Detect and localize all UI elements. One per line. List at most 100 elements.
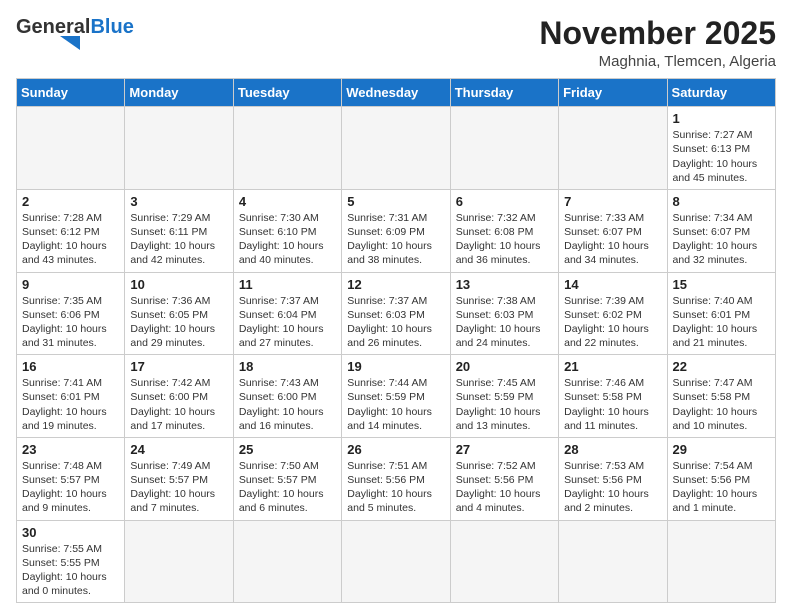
day-number: 27 (456, 442, 553, 457)
day-number: 9 (22, 277, 119, 292)
day-info: Sunrise: 7:41 AM Sunset: 6:01 PM Dayligh… (22, 376, 119, 433)
calendar-cell: 28 Sunrise: 7:53 AM Sunset: 5:56 PM Dayli… (559, 437, 667, 520)
calendar-cell: 13 Sunrise: 7:38 AM Sunset: 6:03 PM Dayli… (450, 272, 558, 355)
day-number: 22 (673, 359, 770, 374)
calendar-cell (342, 107, 450, 190)
calendar-week-row: 2 Sunrise: 7:28 AM Sunset: 6:12 PM Daylig… (17, 189, 776, 272)
calendar-cell: 14 Sunrise: 7:39 AM Sunset: 6:02 PM Dayli… (559, 272, 667, 355)
day-number: 12 (347, 277, 444, 292)
day-info: Sunrise: 7:49 AM Sunset: 5:57 PM Dayligh… (130, 459, 227, 516)
day-info: Sunrise: 7:42 AM Sunset: 6:00 PM Dayligh… (130, 376, 227, 433)
day-info: Sunrise: 7:27 AM Sunset: 6:13 PM Dayligh… (673, 128, 770, 185)
calendar-cell: 20 Sunrise: 7:45 AM Sunset: 5:59 PM Dayli… (450, 355, 558, 438)
calendar-cell: 16 Sunrise: 7:41 AM Sunset: 6:01 PM Dayli… (17, 355, 125, 438)
calendar-cell: 8Sunrise: 7:34 AM Sunset: 6:07 PM Daylig… (667, 189, 775, 272)
day-info: Sunrise: 7:46 AM Sunset: 5:58 PM Dayligh… (564, 376, 661, 433)
calendar-cell: 25 Sunrise: 7:50 AM Sunset: 5:57 PM Dayli… (233, 437, 341, 520)
col-thursday: Thursday (450, 79, 558, 107)
calendar-cell: 21 Sunrise: 7:46 AM Sunset: 5:58 PM Dayli… (559, 355, 667, 438)
day-info: Sunrise: 7:34 AM Sunset: 6:07 PM Dayligh… (673, 211, 770, 268)
day-number: 2 (22, 194, 119, 209)
day-info: Sunrise: 7:44 AM Sunset: 5:59 PM Dayligh… (347, 376, 444, 433)
calendar-week-row: 1 Sunrise: 7:27 AM Sunset: 6:13 PM Daylig… (17, 107, 776, 190)
day-info: Sunrise: 7:36 AM Sunset: 6:05 PM Dayligh… (130, 294, 227, 351)
day-info: Sunrise: 7:50 AM Sunset: 5:57 PM Dayligh… (239, 459, 336, 516)
calendar-cell: 15Sunrise: 7:40 AM Sunset: 6:01 PM Dayli… (667, 272, 775, 355)
calendar-cell (342, 520, 450, 603)
calendar-cell: 4 Sunrise: 7:30 AM Sunset: 6:10 PM Daylig… (233, 189, 341, 272)
calendar-cell: 26Sunrise: 7:51 AM Sunset: 5:56 PM Dayli… (342, 437, 450, 520)
calendar-cell: 9 Sunrise: 7:35 AM Sunset: 6:06 PM Daylig… (17, 272, 125, 355)
title-block: November 2025 Maghnia, Tlemcen, Algeria (539, 16, 776, 70)
logo-icon (60, 36, 80, 50)
calendar-cell: 2 Sunrise: 7:28 AM Sunset: 6:12 PM Daylig… (17, 189, 125, 272)
calendar-cell: 17 Sunrise: 7:42 AM Sunset: 6:00 PM Dayli… (125, 355, 233, 438)
col-tuesday: Tuesday (233, 79, 341, 107)
day-info: Sunrise: 7:37 AM Sunset: 6:04 PM Dayligh… (239, 294, 336, 351)
day-number: 28 (564, 442, 661, 457)
header: GeneralBlue November 2025 Maghnia, Tlemc… (16, 16, 776, 70)
day-info: Sunrise: 7:29 AM Sunset: 6:11 PM Dayligh… (130, 211, 227, 268)
col-wednesday: Wednesday (342, 79, 450, 107)
calendar-cell: 19 Sunrise: 7:44 AM Sunset: 5:59 PM Dayli… (342, 355, 450, 438)
day-info: Sunrise: 7:33 AM Sunset: 6:07 PM Dayligh… (564, 211, 661, 268)
calendar-cell: 18Sunrise: 7:43 AM Sunset: 6:00 PM Dayli… (233, 355, 341, 438)
calendar-cell: 23Sunrise: 7:48 AM Sunset: 5:57 PM Dayli… (17, 437, 125, 520)
day-number: 6 (456, 194, 553, 209)
day-info: Sunrise: 7:45 AM Sunset: 5:59 PM Dayligh… (456, 376, 553, 433)
day-info: Sunrise: 7:31 AM Sunset: 6:09 PM Dayligh… (347, 211, 444, 268)
calendar-subtitle: Maghnia, Tlemcen, Algeria (539, 53, 776, 70)
day-number: 14 (564, 277, 661, 292)
day-number: 16 (22, 359, 119, 374)
day-number: 3 (130, 194, 227, 209)
day-number: 15 (673, 277, 770, 292)
calendar-cell: 24 Sunrise: 7:49 AM Sunset: 5:57 PM Dayli… (125, 437, 233, 520)
calendar-cell (125, 107, 233, 190)
calendar-cell: 1 Sunrise: 7:27 AM Sunset: 6:13 PM Daylig… (667, 107, 775, 190)
calendar-cell: 3 Sunrise: 7:29 AM Sunset: 6:11 PM Daylig… (125, 189, 233, 272)
col-friday: Friday (559, 79, 667, 107)
day-info: Sunrise: 7:54 AM Sunset: 5:56 PM Dayligh… (673, 459, 770, 516)
calendar-cell (233, 107, 341, 190)
calendar-cell (17, 107, 125, 190)
col-saturday: Saturday (667, 79, 775, 107)
calendar-cell (233, 520, 341, 603)
calendar-cell: 7 Sunrise: 7:33 AM Sunset: 6:07 PM Daylig… (559, 189, 667, 272)
day-info: Sunrise: 7:43 AM Sunset: 6:00 PM Dayligh… (239, 376, 336, 433)
col-sunday: Sunday (17, 79, 125, 107)
day-number: 25 (239, 442, 336, 457)
day-info: Sunrise: 7:52 AM Sunset: 5:56 PM Dayligh… (456, 459, 553, 516)
day-info: Sunrise: 7:35 AM Sunset: 6:06 PM Dayligh… (22, 294, 119, 351)
calendar-cell: 10Sunrise: 7:36 AM Sunset: 6:05 PM Dayli… (125, 272, 233, 355)
day-info: Sunrise: 7:37 AM Sunset: 6:03 PM Dayligh… (347, 294, 444, 351)
day-info: Sunrise: 7:30 AM Sunset: 6:10 PM Dayligh… (239, 211, 336, 268)
calendar-cell: 6Sunrise: 7:32 AM Sunset: 6:08 PM Daylig… (450, 189, 558, 272)
calendar-table: Sunday Monday Tuesday Wednesday Thursday… (16, 78, 776, 603)
day-info: Sunrise: 7:28 AM Sunset: 6:12 PM Dayligh… (22, 211, 119, 268)
day-number: 4 (239, 194, 336, 209)
day-info: Sunrise: 7:38 AM Sunset: 6:03 PM Dayligh… (456, 294, 553, 351)
calendar-cell (559, 520, 667, 603)
day-number: 1 (673, 111, 770, 126)
day-number: 11 (239, 277, 336, 292)
day-info: Sunrise: 7:53 AM Sunset: 5:56 PM Dayligh… (564, 459, 661, 516)
day-info: Sunrise: 7:51 AM Sunset: 5:56 PM Dayligh… (347, 459, 444, 516)
day-number: 24 (130, 442, 227, 457)
day-number: 21 (564, 359, 661, 374)
day-info: Sunrise: 7:47 AM Sunset: 5:58 PM Dayligh… (673, 376, 770, 433)
day-info: Sunrise: 7:55 AM Sunset: 5:55 PM Dayligh… (22, 542, 119, 599)
day-number: 23 (22, 442, 119, 457)
day-number: 13 (456, 277, 553, 292)
calendar-cell: 27 Sunrise: 7:52 AM Sunset: 5:56 PM Dayli… (450, 437, 558, 520)
day-number: 20 (456, 359, 553, 374)
day-number: 17 (130, 359, 227, 374)
calendar-cell (125, 520, 233, 603)
calendar-header-row: Sunday Monday Tuesday Wednesday Thursday… (17, 79, 776, 107)
calendar-cell: 22 Sunrise: 7:47 AM Sunset: 5:58 PM Dayli… (667, 355, 775, 438)
day-number: 19 (347, 359, 444, 374)
day-info: Sunrise: 7:39 AM Sunset: 6:02 PM Dayligh… (564, 294, 661, 351)
calendar-cell (450, 107, 558, 190)
day-number: 7 (564, 194, 661, 209)
calendar-cell: 11 Sunrise: 7:37 AM Sunset: 6:04 PM Dayli… (233, 272, 341, 355)
day-number: 5 (347, 194, 444, 209)
